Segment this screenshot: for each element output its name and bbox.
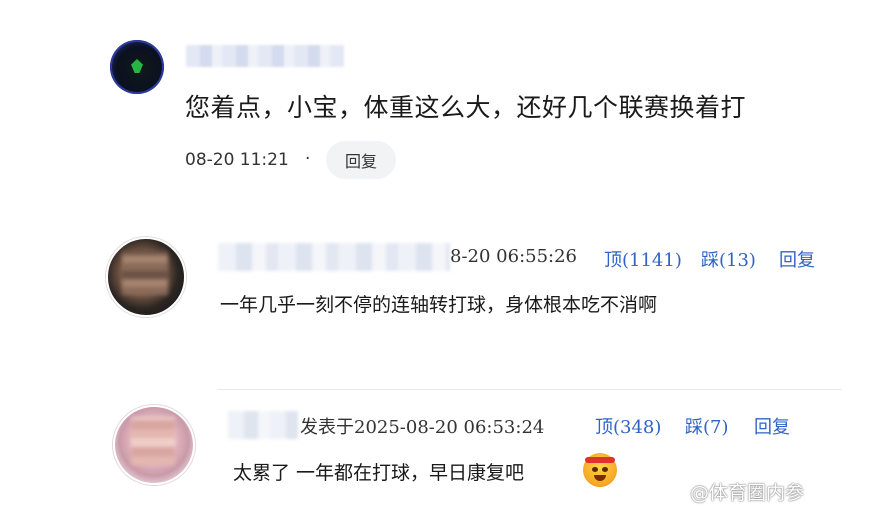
downvote-link[interactable]: 踩(13): [701, 246, 756, 272]
comment-text: 太累了 一年都在打球，早日康复吧: [233, 462, 525, 484]
upvote-link[interactable]: 顶(348): [595, 413, 661, 439]
commenter-name-blurred[interactable]: [218, 243, 450, 271]
comment-text: 您着点，小宝，体重这么大，还好几个联赛换着打: [185, 93, 747, 122]
upvote-link[interactable]: 顶(1141): [604, 246, 682, 272]
comment-timestamp: 08-20 11:21: [185, 150, 289, 170]
reply-link[interactable]: 回复: [754, 413, 790, 439]
comment-timestamp: 发表于2025-08-20 06:53:24: [300, 417, 545, 438]
commenter-name-blurred[interactable]: [228, 411, 298, 439]
commenter-avatar[interactable]: [113, 405, 195, 485]
logo-icon: [131, 59, 143, 73]
commenter-name-blurred[interactable]: [186, 45, 344, 67]
comment-text: 一年几乎一刻不停的连轴转打球，身体根本吃不消啊: [220, 294, 658, 316]
watermark: @体育圈内参: [690, 482, 805, 504]
commenter-avatar[interactable]: [110, 40, 164, 94]
downvote-link[interactable]: 踩(7): [685, 413, 729, 439]
angry-face-icon: [583, 453, 617, 487]
comment-timestamp: 8-20 06:55:26: [450, 246, 578, 267]
avatar-face-blurred: [131, 417, 175, 465]
commenter-avatar[interactable]: [106, 237, 186, 317]
meta-separator: ·: [305, 149, 311, 169]
reply-button[interactable]: 回复: [326, 141, 396, 179]
avatar-face-blurred: [122, 251, 168, 295]
reply-link[interactable]: 回复: [779, 246, 815, 272]
comment-divider: [218, 389, 842, 390]
